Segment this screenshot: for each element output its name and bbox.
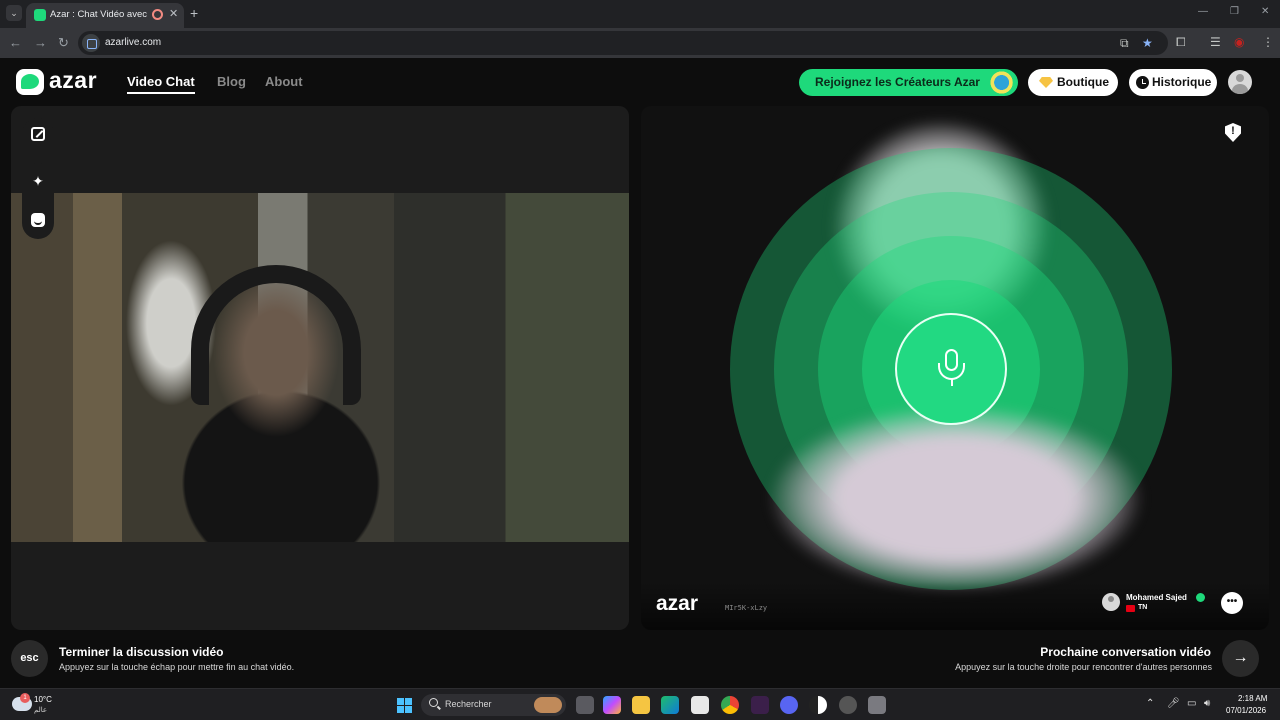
search-icon — [429, 698, 438, 707]
search-placeholder: Rechercher — [445, 699, 492, 709]
logo-text[interactable]: azar — [49, 67, 97, 94]
expand-icon — [31, 127, 45, 141]
menu-kebab-icon[interactable]: ⋮ — [1262, 35, 1274, 49]
azar-favicon-icon — [34, 9, 46, 21]
browser-toolbar: ← → ↻ azarlive.com ⧉ ★ ⧠ ☰ ◉ ⋮ — [0, 28, 1280, 58]
clock-icon — [1136, 76, 1149, 89]
nav-about[interactable]: About — [265, 74, 303, 89]
nav-video-chat[interactable]: Video Chat — [127, 74, 195, 94]
remote-user-avatar[interactable] — [1102, 593, 1120, 611]
history-label: Historique — [1152, 75, 1212, 89]
esc-key-button[interactable]: esc — [11, 640, 48, 677]
reload-icon[interactable]: ↻ — [58, 35, 69, 51]
expand-video-button[interactable] — [22, 118, 54, 150]
bookmark-star-icon[interactable]: ★ — [1142, 36, 1153, 50]
local-video-panel: ✦ — [11, 106, 629, 630]
browser-tab-bar: ⌄ Azar : Chat Vidéo avec de n ✕ + — ❐ ✕ — [0, 0, 1280, 28]
weather-badge: 1 — [20, 693, 30, 703]
microphone-indicator — [895, 313, 1007, 425]
search-highlight-image — [534, 697, 562, 713]
edge-icon[interactable] — [661, 696, 679, 714]
next-arrow-button[interactable]: → — [1222, 640, 1259, 677]
microphone-stem — [951, 379, 953, 386]
report-shield-icon[interactable]: ! — [1225, 123, 1241, 142]
minimize-icon[interactable]: — — [1198, 6, 1208, 17]
file-explorer-icon[interactable] — [632, 696, 650, 714]
nav-blog[interactable]: Blog — [217, 74, 246, 89]
join-creators-label: Rejoignez les Créateurs Azar — [815, 75, 980, 89]
back-icon[interactable]: ← — [9, 35, 22, 50]
taskbar-search[interactable]: Rechercher — [421, 694, 566, 716]
face-filter-icon[interactable] — [31, 213, 45, 227]
match-id: MIr5K-xLzy — [725, 604, 768, 612]
recording-indicator-icon — [152, 9, 163, 20]
close-tab-icon[interactable]: ✕ — [169, 7, 178, 20]
maximize-icon[interactable]: ❐ — [1230, 6, 1239, 17]
temperature[interactable]: 10°C — [34, 695, 52, 704]
site-info-icon[interactable] — [82, 34, 100, 52]
remote-user-country: TN — [1138, 604, 1148, 611]
account-avatar[interactable] — [1228, 70, 1252, 94]
microphone-stand — [938, 363, 965, 380]
url-text: azarlive.com — [105, 37, 162, 48]
azar-page: azar Video Chat Blog About Rejoignez les… — [0, 58, 1280, 688]
address-bar[interactable]: azarlive.com ⧉ ★ — [78, 31, 1168, 55]
windows-start-icon[interactable] — [397, 698, 412, 713]
app-red-badge-icon[interactable] — [839, 696, 857, 714]
azar-logo-icon[interactable] — [16, 69, 44, 95]
app-circle-icon[interactable] — [809, 696, 827, 714]
new-tab-icon[interactable]: + — [190, 5, 198, 21]
browser-tab[interactable]: Azar : Chat Vidéo avec de n ✕ — [26, 3, 184, 28]
tunisia-flag-icon — [1126, 605, 1135, 612]
clock-time[interactable]: 2:18 AM — [1238, 694, 1267, 703]
verified-badge-icon — [1196, 593, 1205, 602]
tab-search-chevron-icon[interactable]: ⌄ — [6, 5, 22, 21]
blurred-shape — [771, 406, 1141, 591]
remote-watermark-logo: azar — [656, 592, 699, 615]
history-button[interactable]: Historique — [1129, 69, 1217, 96]
next-chat-title: Prochaine conversation vidéo — [1040, 645, 1211, 659]
premiere-icon[interactable] — [751, 696, 769, 714]
boutique-label: Boutique — [1057, 75, 1109, 89]
cast-icon[interactable]: ⧉ — [1120, 36, 1129, 51]
remote-user-name[interactable]: Mohamed Sajed — [1126, 593, 1187, 602]
camera-subject-image — [191, 265, 361, 405]
volume-icon[interactable]: 🔊︎ — [1204, 698, 1210, 709]
effects-toolbar: ✦ — [22, 163, 54, 239]
end-chat-hint: Appuyez sur la touche échap pour mettre … — [59, 662, 295, 672]
reading-list-icon[interactable]: ☰ — [1210, 35, 1221, 49]
gem-icon — [1039, 77, 1053, 88]
end-chat-title: Terminer la discussion vidéo — [59, 645, 224, 659]
boutique-button[interactable]: Boutique — [1028, 69, 1118, 96]
clock-date[interactable]: 07/01/2026 — [1226, 706, 1266, 715]
microphone-tray-icon[interactable]: 🎤︎ — [1167, 698, 1180, 709]
sparkle-effects-icon[interactable]: ✦ — [22, 173, 54, 190]
tray-chevron-icon[interactable]: ⌃ — [1146, 698, 1154, 709]
next-chat-hint: Appuyez sur la touche droite pour rencon… — [955, 662, 1212, 672]
calculator-icon[interactable] — [868, 696, 886, 714]
close-window-icon[interactable]: ✕ — [1261, 6, 1269, 17]
local-camera-feed — [11, 193, 629, 542]
chat-bubble-icon[interactable]: ••• — [1221, 592, 1243, 614]
creators-badge-icon — [980, 71, 1016, 94]
profile-extension-icon[interactable]: ◉ — [1234, 35, 1244, 49]
task-view-icon[interactable] — [576, 696, 594, 714]
chrome-icon[interactable] — [721, 696, 739, 714]
copilot-icon[interactable] — [603, 696, 621, 714]
join-creators-button[interactable]: Rejoignez les Créateurs Azar — [799, 69, 1018, 96]
display-tray-icon[interactable]: ▭ — [1187, 698, 1196, 709]
store-icon[interactable] — [691, 696, 709, 714]
remote-video-panel: ! azar MIr5K-xLzy Mohamed Sajed TN ••• — [641, 106, 1269, 630]
windows-taskbar: 1 10°C عالم Rechercher ⌃ 🎤︎ ▭ 🔊︎ 2:18 AM… — [0, 688, 1280, 720]
forward-icon[interactable]: → — [34, 35, 47, 50]
discord-icon[interactable] — [780, 696, 798, 714]
weather-subtext: عالم — [34, 707, 48, 714]
extensions-icon[interactable]: ⧠ — [1176, 35, 1186, 50]
tab-title: Azar : Chat Vidéo avec de n — [50, 9, 150, 20]
